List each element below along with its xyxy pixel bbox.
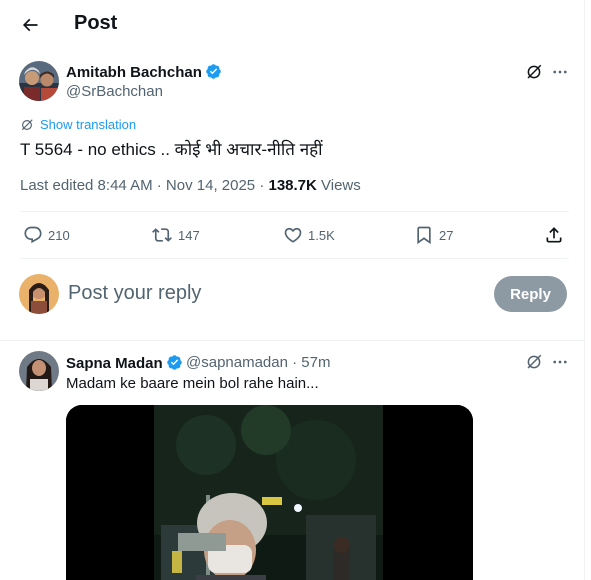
more-horizontal-icon	[553, 360, 567, 364]
repost-icon	[152, 228, 172, 242]
like-action[interactable]: 1.5K	[283, 220, 335, 250]
bookmark-count: 27	[439, 227, 454, 243]
post-actions-bar: 210 147 1.5K 27	[20, 220, 569, 250]
views-label: Views	[316, 177, 361, 194]
divider	[20, 258, 569, 259]
show-translation-label: Show translation	[40, 117, 137, 132]
views-count: 138.7K	[268, 177, 317, 194]
reply-action[interactable]: 210	[23, 220, 70, 250]
reply-body-text: Madam ke baare mein bol rahe hain...	[66, 375, 319, 392]
grok-translate-icon	[21, 118, 33, 130]
back-arrow-icon	[22, 18, 38, 32]
reply-handle-time[interactable]: @sapnamadan · 57m	[186, 354, 330, 371]
reply-count: 210	[48, 227, 70, 243]
post-meta: Last edited 8:44 AM · Nov 14, 2025 · 138…	[20, 177, 361, 194]
show-translation-link[interactable]: Show translation	[20, 117, 136, 132]
current-user-avatar[interactable]	[19, 274, 59, 314]
reply-button[interactable]: Reply	[494, 276, 567, 312]
more-options-button[interactable]	[549, 61, 571, 83]
grok-icon	[527, 354, 542, 369]
reply-composer: Post your reply Reply	[0, 262, 584, 326]
grok-icon	[527, 64, 542, 79]
verified-badge-icon	[206, 64, 221, 79]
top-bar: Post	[0, 0, 584, 50]
share-action[interactable]	[544, 220, 564, 250]
reply-bubble-icon	[24, 226, 42, 244]
author-name[interactable]: Amitabh Bachchan	[66, 63, 222, 81]
divider	[20, 211, 569, 212]
reply-more-options-button[interactable]	[549, 351, 571, 373]
author-avatar[interactable]	[19, 61, 59, 101]
share-icon	[546, 227, 562, 243]
verified-badge-icon	[166, 355, 182, 370]
repost-count: 147	[178, 227, 200, 243]
bookmark-action[interactable]: 27	[414, 220, 453, 250]
back-button[interactable]	[14, 9, 46, 41]
bookmark-icon	[417, 226, 431, 245]
reply-author-name[interactable]: Sapna Madan	[66, 354, 183, 372]
reply-author-name-text: Sapna Madan	[66, 355, 163, 372]
page-title: Post	[74, 12, 118, 34]
author-name-text: Amitabh Bachchan	[66, 64, 202, 81]
more-horizontal-icon	[553, 70, 567, 74]
edited-timestamp[interactable]: Last edited 8:44 AM · Nov 14, 2025 ·	[20, 177, 268, 194]
author-handle[interactable]: @SrBachchan	[66, 83, 163, 100]
reply-input[interactable]: Post your reply	[68, 282, 201, 305]
reply-video[interactable]	[66, 405, 473, 580]
reply-post[interactable]: Sapna Madan @sapnamadan · 57m Madam ke b…	[0, 341, 584, 580]
reply-grok-button[interactable]	[523, 351, 545, 373]
post-body-text: T 5564 - no ethics .. कोई भी अचार-नीति न…	[20, 140, 323, 159]
heart-icon	[284, 227, 302, 243]
post-detail-column: Post Amitabh Bachchan @SrBachchan Show t…	[0, 0, 585, 580]
video-frame-image	[66, 405, 473, 580]
reply-author-avatar[interactable]	[19, 351, 59, 391]
grok-button[interactable]	[523, 61, 545, 83]
repost-action[interactable]: 147	[151, 220, 200, 250]
like-count: 1.5K	[308, 227, 335, 243]
